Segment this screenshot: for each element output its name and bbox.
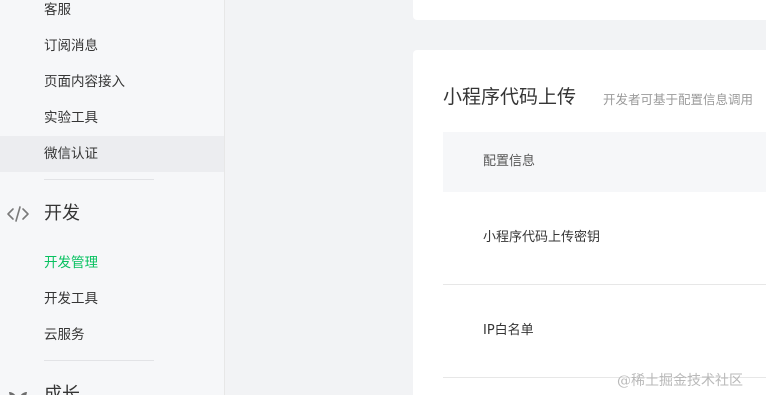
- sidebar-item-label: 页面内容接入: [44, 74, 125, 90]
- sidebar-item-dev-management[interactable]: 开发管理: [0, 245, 224, 281]
- page: 客服 订阅消息 页面内容接入 实验工具 微信认证 开发 开发管理 开发工具 云服…: [0, 0, 766, 395]
- sidebar-item-subscription-messages[interactable]: 订阅消息: [0, 28, 224, 64]
- card-description: 开发者可基于配置信息调用: [603, 92, 754, 107]
- sidebar-item-experiment-tools[interactable]: 实验工具: [0, 100, 224, 136]
- previous-card: [413, 0, 766, 20]
- table-header: 配置信息: [443, 132, 766, 192]
- sidebar-item-cloud-service[interactable]: 云服务: [0, 317, 224, 353]
- sidebar-divider: [44, 360, 154, 361]
- sidebar-item-page-content-access[interactable]: 页面内容接入: [0, 64, 224, 100]
- sidebar-section-dev[interactable]: 开发: [0, 199, 224, 229]
- sidebar-divider: [44, 179, 154, 180]
- code-upload-card: 小程序代码上传 开发者可基于配置信息调用 配置信息 小程序代码上传密钥 IP白名…: [413, 50, 766, 395]
- sidebar: 客服 订阅消息 页面内容接入 实验工具 微信认证 开发 开发管理 开发工具 云服…: [0, 0, 225, 395]
- sidebar-item-label: 订阅消息: [44, 38, 98, 54]
- sidebar-item-customer-service[interactable]: 客服: [0, 0, 224, 28]
- row-label: 小程序代码上传密钥: [483, 230, 601, 245]
- sidebar-item-label: 开发管理: [44, 255, 98, 271]
- sidebar-item-label: 客服: [44, 2, 71, 18]
- table-header-label: 配置信息: [483, 154, 536, 169]
- sidebar-item-label: 实验工具: [44, 110, 98, 126]
- sidebar-item-label: 微信认证: [44, 146, 98, 162]
- sidebar-item-label: 开发工具: [44, 291, 98, 307]
- table-row: 小程序代码上传密钥: [443, 192, 766, 285]
- watermark: @稀土掘金技术社区: [617, 373, 743, 389]
- leaf-icon: [9, 392, 27, 395]
- card-title: 小程序代码上传: [443, 86, 577, 108]
- sidebar-item-label: 云服务: [44, 327, 85, 343]
- table-row: IP白名单: [443, 285, 766, 378]
- sidebar-item-wechat-verification[interactable]: 微信认证: [0, 136, 224, 172]
- sidebar-section-growth[interactable]: 成长: [0, 380, 224, 395]
- sidebar-item-dev-tools[interactable]: 开发工具: [0, 281, 224, 317]
- code-icon: [7, 206, 29, 222]
- sidebar-section-label: 成长: [44, 384, 80, 395]
- row-label: IP白名单: [483, 323, 534, 338]
- sidebar-section-label: 开发: [44, 203, 80, 224]
